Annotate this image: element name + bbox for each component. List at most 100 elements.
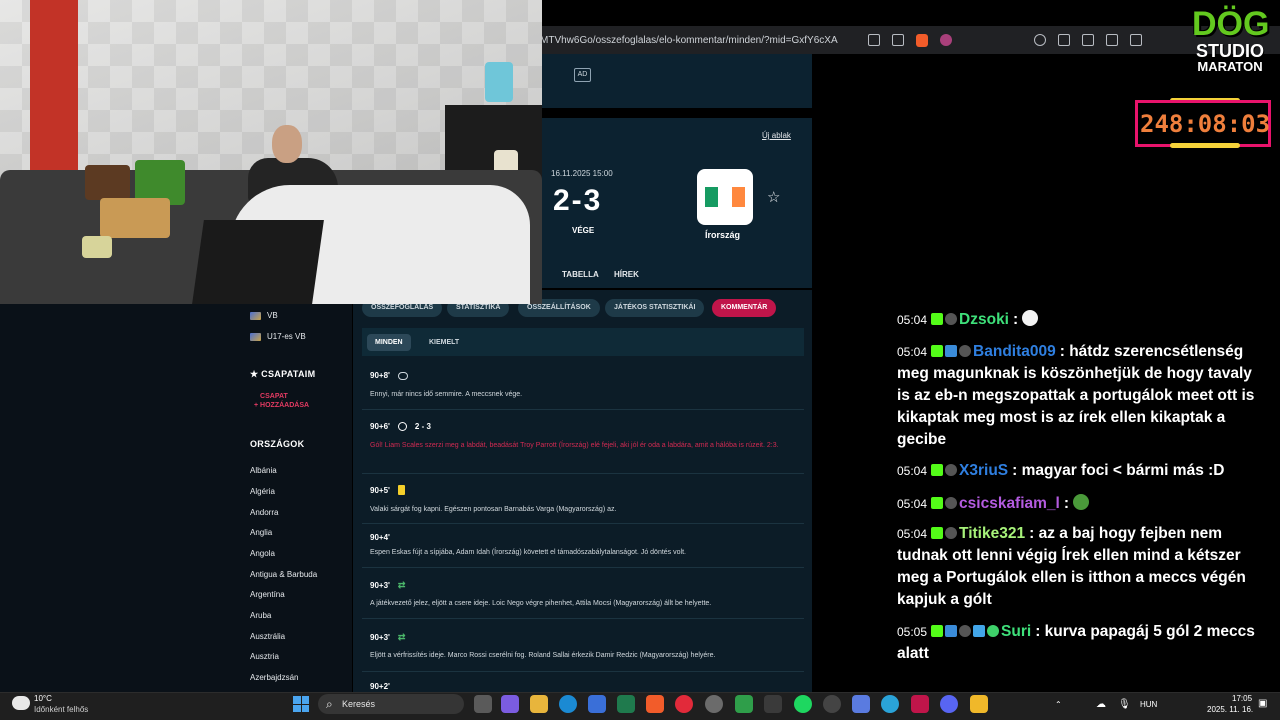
- sidebar-item-vb[interactable]: VB: [250, 311, 278, 320]
- rewards-icon[interactable]: [940, 34, 952, 46]
- country-link[interactable]: Ausztria: [250, 652, 279, 661]
- chat-username[interactable]: Titike321: [959, 525, 1025, 542]
- browser-toolbar: MTVhw6Go/osszefoglalas/elo-kommentar/min…: [540, 26, 1280, 54]
- stream-logo: DÖG STUDIO MARATON: [1192, 5, 1270, 74]
- microphone-icon[interactable]: 🎙: [1118, 699, 1131, 710]
- calculator-icon[interactable]: [852, 695, 870, 713]
- chat-message: 05:04 Titike321: az a baj hogy fejben nem…: [897, 525, 1246, 608]
- chevron-up-icon[interactable]: ⌃: [1055, 700, 1062, 709]
- avatar-badge-icon: [959, 345, 972, 357]
- copilot-icon[interactable]: [501, 695, 519, 713]
- store-icon[interactable]: [588, 695, 606, 713]
- comment-text-goal: Gól! Liam Scales szerzi meg a labdát, be…: [370, 442, 779, 449]
- notification-icon[interactable]: ▣: [1258, 698, 1267, 709]
- avatar-badge-icon: [959, 625, 972, 637]
- app-icon[interactable]: [675, 695, 693, 713]
- comment-minute: 90+5': [370, 485, 405, 495]
- clock-date[interactable]: 2025. 11. 16.: [1207, 705, 1253, 714]
- country-link[interactable]: Angola: [250, 549, 275, 558]
- comment-text: Eljött a vérfrissítés ideje. Marco Rossi…: [370, 652, 716, 659]
- tab-hirek[interactable]: HÍREK: [614, 270, 639, 279]
- kick-badge-icon: [931, 464, 944, 476]
- weather-desc[interactable]: Időnként felhős: [34, 705, 88, 714]
- weather-temp[interactable]: 10°C: [34, 694, 52, 703]
- my-teams-heading: ★ CSAPATAIM: [250, 369, 316, 379]
- obs-icon[interactable]: [823, 695, 841, 713]
- chat-text: magyar foci < bármi más :D: [1021, 462, 1225, 479]
- subtab-kommentar[interactable]: KOMMENTÁR: [712, 299, 777, 317]
- avatar-badge-icon: [945, 464, 958, 476]
- app-icon[interactable]: [764, 695, 782, 713]
- country-link[interactable]: Azerbajdzsán: [250, 673, 298, 682]
- country-link[interactable]: Ausztrália: [250, 632, 285, 641]
- task-view-icon[interactable]: [474, 695, 492, 713]
- favorite-star-icon[interactable]: ☆: [767, 188, 780, 206]
- settings-icon[interactable]: [705, 695, 723, 713]
- telegram-icon[interactable]: [881, 695, 899, 713]
- country-link[interactable]: Algéria: [250, 487, 275, 496]
- comment-minute: 90+3' ⇄: [370, 632, 406, 642]
- edge-icon[interactable]: [559, 695, 577, 713]
- avatar-badge-icon: [945, 497, 958, 509]
- sidebar-icon[interactable]: [1130, 34, 1142, 46]
- plush-toy: [100, 198, 170, 238]
- xbox-icon[interactable]: [735, 695, 753, 713]
- spotify-icon[interactable]: [794, 695, 812, 713]
- country-link[interactable]: Aruba: [250, 611, 271, 620]
- chat-username[interactable]: csicskafiam_l: [959, 495, 1060, 512]
- extensions-icon[interactable]: [1058, 34, 1070, 46]
- cast-icon[interactable]: [868, 34, 880, 46]
- comment-minute: 90+6' 2 - 3: [370, 422, 431, 431]
- kick-badge-icon: [931, 345, 944, 357]
- add-team-button[interactable]: + CSAPAT HOZZÁADÁSA: [254, 392, 309, 410]
- plush-toy: [82, 236, 112, 258]
- speaker-icon[interactable]: [1034, 34, 1046, 46]
- country-link[interactable]: Andorra: [250, 508, 278, 517]
- country-link[interactable]: Antigua & Barbuda: [250, 570, 317, 579]
- brave-shield-icon[interactable]: [916, 33, 928, 47]
- chat-username[interactable]: Bandita009: [973, 343, 1056, 360]
- comment-text: A játékvezető jelez, eljött a csere idej…: [370, 600, 712, 607]
- cloud-icon[interactable]: ☁: [1096, 699, 1106, 710]
- address-bar[interactable]: MTVhw6Go/osszefoglalas/elo-kommentar/min…: [540, 35, 860, 46]
- chat-message: 05:04 Dzsoki:: [897, 309, 1267, 331]
- excel-icon[interactable]: [617, 695, 635, 713]
- tab-tabella[interactable]: TABELLA: [562, 270, 599, 279]
- screenshot-icon[interactable]: [1082, 34, 1094, 46]
- new-window-link[interactable]: Új ablak: [762, 131, 791, 140]
- divider: [362, 671, 804, 672]
- chat-username[interactable]: Suri: [1001, 623, 1031, 640]
- language-indicator[interactable]: HUN: [1140, 700, 1157, 709]
- substitution-icon: ⇄: [397, 632, 406, 642]
- kick-badge-icon: [931, 313, 944, 325]
- comment-minute: 90+2': [370, 682, 390, 691]
- weather-icon[interactable]: [12, 696, 30, 710]
- sidebar-item-u17-vb[interactable]: U17-es VB: [250, 332, 306, 341]
- divider: [362, 473, 804, 474]
- rockstar-icon[interactable]: [970, 695, 988, 713]
- away-team-logo[interactable]: [697, 169, 753, 225]
- brave-icon[interactable]: [646, 695, 664, 713]
- away-team-name[interactable]: Írország: [705, 230, 740, 240]
- filter-highlighted[interactable]: KIEMELT: [421, 334, 467, 351]
- clock-time[interactable]: 17:05: [1232, 694, 1252, 703]
- country-link[interactable]: Albánia: [250, 466, 277, 475]
- chat-username[interactable]: X3riuS: [959, 462, 1008, 479]
- app-icon[interactable]: [911, 695, 929, 713]
- share-icon[interactable]: [892, 34, 904, 46]
- country-link[interactable]: Argentína: [250, 590, 285, 599]
- subtab-jatekos-statisztikai[interactable]: JÁTÉKOS STATISZTIKÁI: [605, 299, 705, 317]
- taskbar-search[interactable]: Keresés: [318, 694, 464, 714]
- discord-icon[interactable]: [940, 695, 958, 713]
- plush-toy: [85, 165, 130, 200]
- chat-username[interactable]: Dzsoki: [959, 311, 1009, 328]
- filter-all[interactable]: MINDEN: [367, 334, 411, 351]
- start-button[interactable]: [293, 696, 309, 712]
- file-explorer-icon[interactable]: [530, 695, 548, 713]
- sub-badge-icon: [945, 625, 958, 637]
- media-icon[interactable]: [1106, 34, 1118, 46]
- match-status: VÉGE: [572, 226, 595, 235]
- trophy-icon: [250, 332, 261, 341]
- match-date: 16.11.2025 15:00: [551, 169, 613, 178]
- country-link[interactable]: Anglia: [250, 528, 272, 537]
